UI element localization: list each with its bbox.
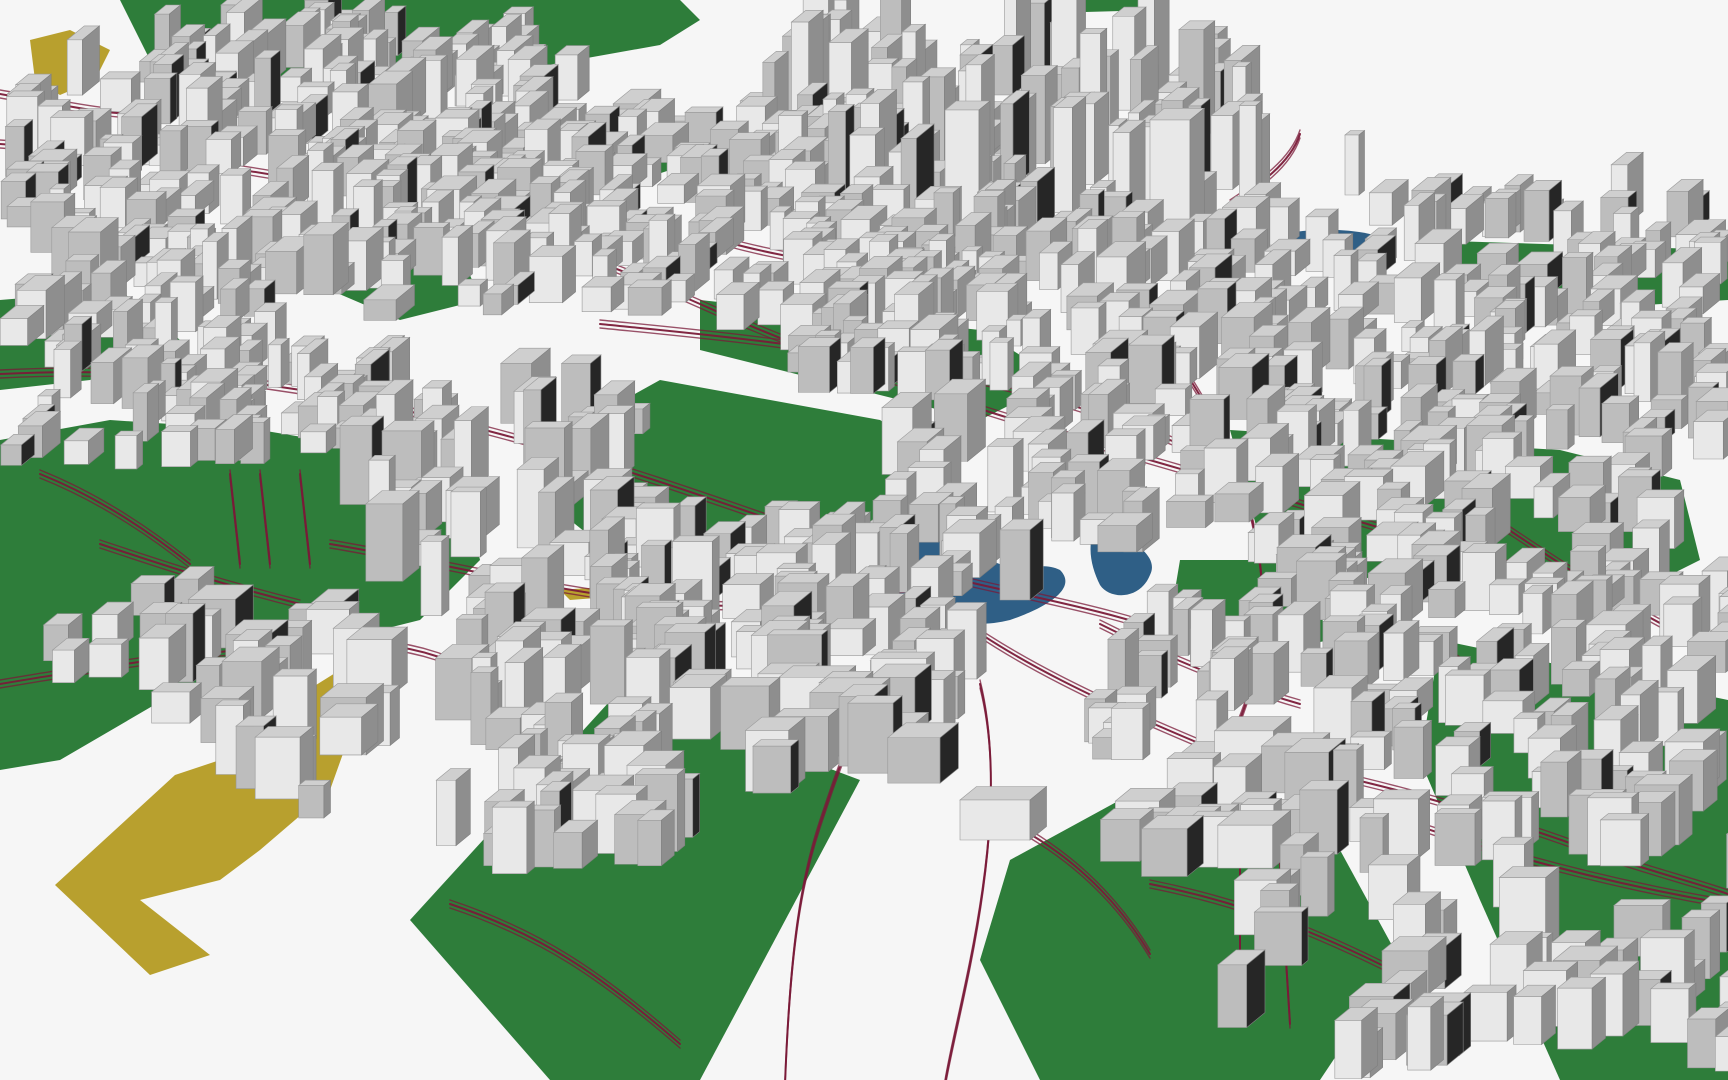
building — [1463, 984, 1517, 1042]
building — [297, 779, 332, 819]
building — [253, 49, 282, 113]
building — [159, 124, 189, 175]
building — [150, 682, 203, 724]
building — [1333, 1006, 1379, 1080]
building — [1692, 409, 1728, 460]
building — [554, 44, 591, 101]
building — [441, 224, 474, 287]
building — [627, 279, 673, 316]
building — [1217, 949, 1266, 1029]
city-3d-map[interactable] — [0, 0, 1728, 1080]
building — [1213, 481, 1265, 523]
building — [752, 739, 800, 794]
building — [1452, 353, 1485, 395]
building — [1344, 129, 1366, 196]
building — [1488, 578, 1528, 616]
building — [1393, 719, 1433, 780]
building — [267, 337, 291, 389]
building — [450, 486, 488, 558]
building — [1561, 660, 1601, 697]
building — [420, 534, 450, 617]
building — [991, 34, 1026, 96]
building — [637, 809, 676, 867]
building — [1433, 272, 1466, 334]
building — [365, 489, 420, 582]
building — [1382, 620, 1420, 682]
building — [1300, 851, 1336, 917]
building — [66, 25, 101, 96]
building — [1657, 341, 1695, 405]
building — [668, 673, 728, 740]
building — [1545, 404, 1576, 450]
building — [1406, 995, 1445, 1071]
building — [491, 800, 536, 875]
building — [1427, 580, 1466, 619]
building — [886, 722, 960, 784]
building — [552, 819, 599, 869]
building — [959, 785, 1048, 841]
building — [1165, 494, 1215, 529]
building — [88, 637, 130, 678]
building — [989, 337, 1015, 391]
building — [797, 337, 842, 394]
building — [999, 518, 1045, 601]
building — [1434, 807, 1483, 867]
building — [318, 703, 379, 756]
building — [1512, 984, 1557, 1046]
building — [1097, 512, 1154, 553]
building — [824, 617, 877, 657]
building — [715, 281, 761, 331]
building — [849, 337, 886, 395]
building — [1484, 191, 1517, 239]
building — [528, 244, 577, 304]
building — [160, 425, 199, 468]
building — [138, 623, 187, 691]
building — [302, 221, 350, 296]
building — [1110, 701, 1151, 761]
building — [1140, 814, 1205, 878]
building — [1217, 809, 1292, 869]
building — [1556, 976, 1607, 1050]
building — [435, 767, 472, 847]
building — [299, 423, 337, 454]
building — [581, 276, 625, 313]
building — [1599, 812, 1650, 867]
building — [114, 430, 144, 470]
